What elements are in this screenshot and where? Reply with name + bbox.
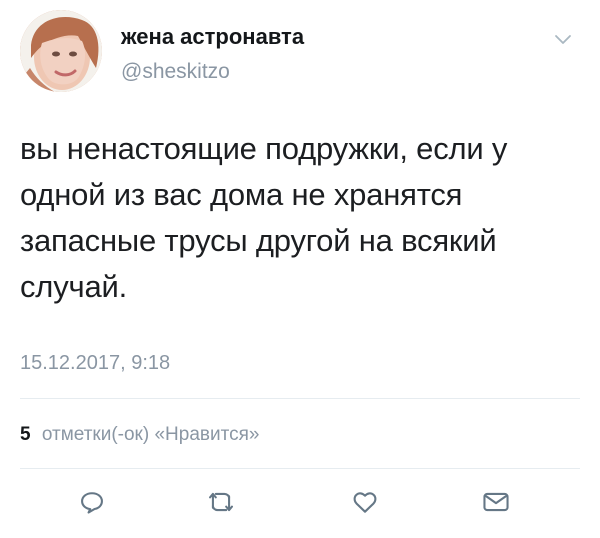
likes-count: 5 [20, 424, 31, 445]
message-button[interactable] [478, 484, 514, 520]
envelope-icon [481, 489, 511, 515]
likes-summary[interactable]: 5 отметки(-ок) «Нравится» [20, 424, 259, 446]
tweet-card: жена астронавта @sheskitzo вы ненастоящи… [0, 0, 600, 538]
heart-icon [350, 488, 380, 516]
reply-button[interactable] [74, 484, 110, 520]
tweet-timestamp[interactable]: 15.12.2017, 9:18 [20, 352, 170, 375]
like-button[interactable] [347, 484, 383, 520]
tweet-text-line: вы ненастоящие подружки, если у [20, 131, 508, 166]
divider [20, 398, 580, 399]
avatar[interactable] [20, 10, 102, 92]
reply-icon [78, 488, 106, 516]
tweet-actions [0, 484, 600, 524]
retweet-button[interactable] [203, 484, 239, 520]
tweet-text: вы ненастоящие подружки, если у одной из… [20, 126, 580, 310]
retweet-icon [206, 488, 236, 516]
tweet-text-line: одной из вас дома не хранятся [20, 177, 463, 212]
author-handle[interactable]: @sheskitzo [121, 60, 230, 83]
tweet-text-line: запасные трусы другой на всякий [20, 223, 497, 258]
divider [20, 468, 580, 469]
author-name[interactable]: жена астронавта [121, 24, 304, 49]
likes-label: отметки(-ок) «Нравится» [41, 424, 260, 445]
tweet-text-line: случай. [20, 269, 128, 304]
chevron-down-icon[interactable] [554, 34, 572, 46]
